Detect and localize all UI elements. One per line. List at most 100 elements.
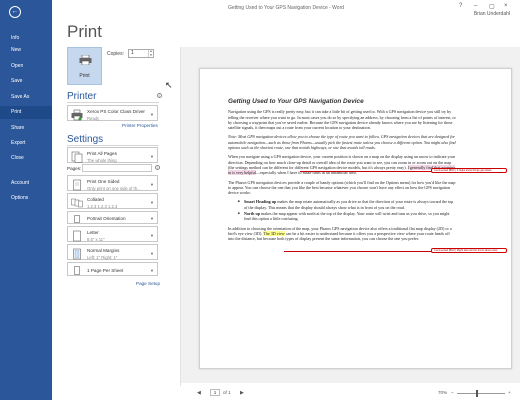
preview-bullet-list: Smart Heading up makes the map rotate au… [238,199,456,221]
mouse-cursor-icon: ↖ [165,80,173,90]
divider [67,102,159,103]
preview-paragraph: When you navigate using a GPS navigation… [228,154,456,176]
margins-icon [73,248,81,260]
printer-icon [79,55,92,65]
pages-per-sheet-value: 1 Page Per Sheet [87,267,124,273]
zoom-level[interactable]: 70% [438,390,447,395]
comment-balloon: Commented [BU2]: Might also tell the 3rd… [431,248,507,253]
sidebar-item-print[interactable]: Print [0,106,52,119]
print-range-value: Print All Pages [87,151,117,156]
paper-icon [73,230,81,242]
chevron-down-icon: ▼ [150,233,154,238]
settings-heading: Settings [67,134,104,145]
one-sided-icon [73,179,81,191]
preview-paragraph: The Pharos GPS navigation devices provid… [228,179,456,196]
preview-status-bar: ◀ 1 of 1 ▶ 70% – + [180,386,520,400]
copies-label: Copies: [107,51,124,57]
page-count: of 1 [223,390,231,395]
printer-info-icon[interactable]: i [157,93,162,98]
page-setup-link[interactable]: Page Setup [136,281,160,286]
collation-dropdown[interactable]: Collated 1,2,3 1,2,3 1,2,3 ▼ [67,193,158,209]
preview-paragraph: Navigation using the GPS is really prett… [228,109,456,131]
collation-desc: 1,2,3 1,2,3 1,2,3 [87,204,118,209]
minimize-icon[interactable]: – [474,3,477,9]
preview-note: Note: Most GPS navigation devices allow … [228,134,456,151]
printer-heading: Printer [67,91,97,102]
window-title: Getting Used to Your GPS Navigation Devi… [227,5,345,11]
copies-stepper[interactable]: 1 ▲ ▼ [128,49,154,58]
print-range-desc: The whole thing [87,158,117,163]
restore-icon[interactable]: ▢ [489,3,495,10]
preview-page: Getting Used to Your GPS Navigation Devi… [199,68,512,369]
copies-spin-buttons[interactable]: ▲ ▼ [148,49,153,58]
next-page-icon[interactable]: ▶ [240,390,244,396]
portrait-icon [74,215,80,223]
bullet-label: North up [244,211,261,217]
bullet-text: makes the map appear with north at the t… [244,211,450,222]
bullet-text: makes the map rotate automatically as yo… [244,199,454,210]
backstage-sidebar: ← Info New Open Save Save As Print Share… [0,0,52,400]
pages-input[interactable] [82,164,152,172]
preview-paragraph: In addition to choosing the orientation … [228,226,456,242]
page-title: Print [67,22,102,41]
print-button[interactable]: Print [67,47,102,85]
divider [67,145,159,146]
current-page-input[interactable]: 1 [210,389,220,396]
sidebar-item-new[interactable]: New [0,44,52,57]
orientation-dropdown[interactable]: Portrait Orientation ▼ [67,211,158,224]
copies-value: 1 [131,50,134,56]
chevron-down-icon: ▼ [150,200,154,205]
page-per-sheet-icon [74,266,80,275]
chevron-down-icon: ▼ [150,182,154,187]
sidebar-item-export[interactable]: Export [0,137,52,150]
pages-label: Pages: [67,166,82,171]
pages-info-icon[interactable]: i [155,165,160,170]
list-item: Smart Heading up makes the map rotate au… [238,199,456,210]
margins-desc: Left: 1" Right: 1" [87,255,118,260]
sides-value: Print One Sided [87,179,120,184]
list-item: North up makes the map appear with north… [238,211,456,222]
collated-icon [71,198,83,208]
pages-per-sheet-dropdown[interactable]: 1 Page Per Sheet ▼ [67,262,158,276]
chevron-down-icon: ▼ [150,154,154,159]
preview-doc-title: Getting Used to Your GPS Navigation Devi… [228,98,364,105]
printer-icon [71,109,83,121]
spin-down-icon[interactable]: ▼ [149,53,153,58]
title-bar: Getting Used to Your GPS Navigation Devi… [52,0,520,20]
close-window-icon[interactable]: × [504,3,508,9]
preview-content: Getting Used to Your GPS Navigation Devi… [228,98,456,246]
sidebar-item-close[interactable]: Close [0,152,52,165]
printer-properties-link[interactable]: Printer Properties [122,123,158,128]
sidebar-item-share[interactable]: Share [0,122,52,135]
sides-dropdown[interactable]: Print One Sided Only print on one side o… [67,175,158,191]
printer-dropdown[interactable]: Xerox PS Color Class Driver Ready ▼ [67,105,158,121]
zoom-slider-handle[interactable] [476,390,478,397]
margins-value: Normal Margins [87,248,120,253]
user-account-name[interactable]: Brian Underdahl [474,11,510,17]
sidebar-item-account[interactable]: Account [0,177,52,190]
margins-dropdown[interactable]: Normal Margins Left: 1" Right: 1" ▼ [67,244,158,260]
bullet-label: Smart Heading up [244,199,277,205]
orientation-value: Portrait Orientation [87,216,126,221]
zoom-in-icon[interactable]: + [508,390,511,395]
chevron-down-icon: ▼ [150,216,154,221]
back-arrow-icon[interactable]: ← [9,6,21,18]
divider [180,47,181,387]
sidebar-item-save[interactable]: Save [0,75,52,88]
chevron-down-icon: ▼ [150,112,154,117]
print-range-dropdown[interactable]: Print All Pages The whole thing ▼ [67,147,158,163]
sidebar-item-save-as[interactable]: Save As [0,91,52,104]
paper-size-dropdown[interactable]: Letter 8.5" x 11" ▼ [67,226,158,242]
zoom-slider[interactable] [457,393,505,394]
printer-status: Ready [87,116,100,121]
help-icon[interactable]: ? [459,3,462,9]
sidebar-item-open[interactable]: Open [0,60,52,73]
previous-page-icon[interactable]: ◀ [197,390,201,396]
zoom-out-icon[interactable]: – [451,390,454,395]
sides-desc: Only print on one side of th... [87,186,141,191]
chevron-down-icon: ▼ [150,267,154,273]
comment-balloon: Commented [BU1]: It helps show things ge… [431,168,507,173]
sidebar-item-options[interactable]: Options [0,192,52,205]
chevron-down-icon: ▼ [150,251,154,256]
paper-size-value: Letter [87,230,99,235]
